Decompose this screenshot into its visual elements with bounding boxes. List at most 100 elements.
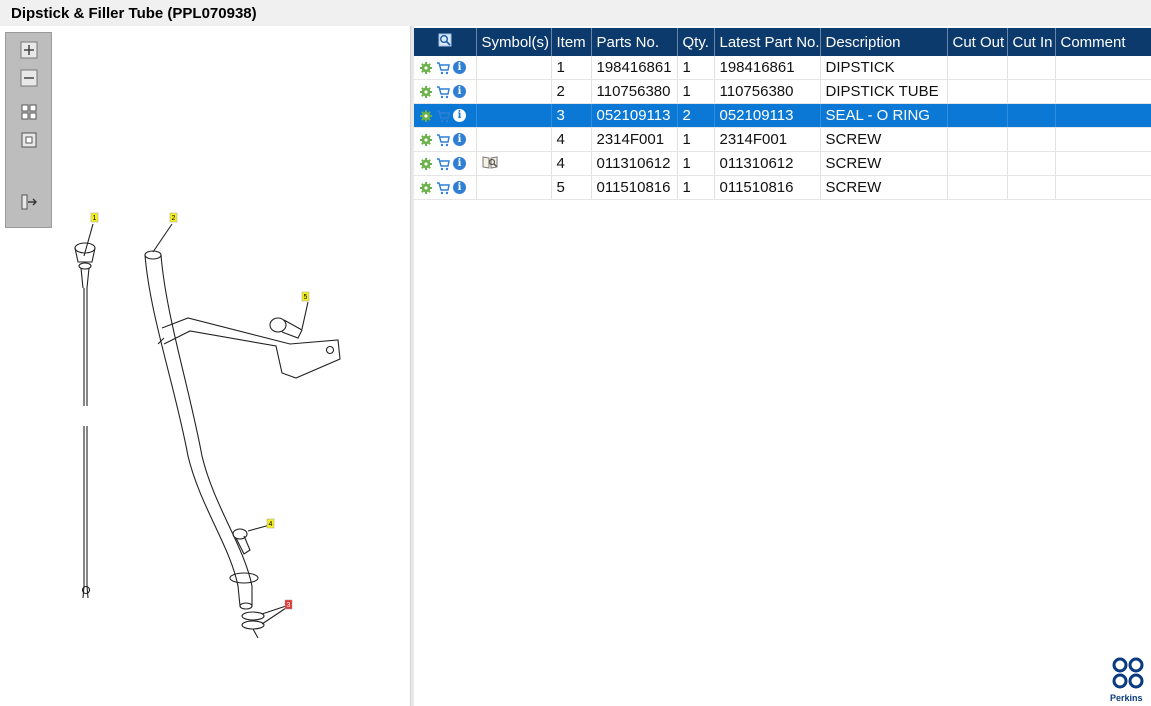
gear-icon[interactable] xyxy=(419,109,433,123)
gear-icon[interactable] xyxy=(419,157,433,171)
cell-parts-no: 110756380 xyxy=(591,79,678,104)
info-icon[interactable]: i xyxy=(453,61,466,74)
column-header-description[interactable]: Description xyxy=(820,28,948,56)
cell-cut-out xyxy=(947,103,1008,128)
cell-symbols xyxy=(476,151,552,176)
cell-qty: 1 xyxy=(677,56,715,80)
cell-parts-no: 198416861 xyxy=(591,56,678,80)
cell-latest-part-no: 2314F001 xyxy=(714,127,821,152)
cell-item: 5 xyxy=(551,175,592,200)
info-icon[interactable]: i xyxy=(453,181,466,194)
column-header-latest-part-no[interactable]: Latest Part No. xyxy=(714,28,821,56)
column-header-parts-no[interactable]: Parts No. xyxy=(591,28,678,56)
cell-qty: 1 xyxy=(677,151,715,176)
cell-item: 2 xyxy=(551,79,592,104)
column-header-cut-out[interactable]: Cut Out xyxy=(947,28,1008,56)
table-row[interactable]: i 1 198416861 1 198416861 DIPSTICK xyxy=(414,56,1151,80)
cell-cut-out xyxy=(947,79,1008,104)
cell-parts-no: 2314F001 xyxy=(591,127,678,152)
zoom-out-icon[interactable] xyxy=(20,69,38,87)
cell-cut-out xyxy=(947,56,1008,80)
callout-5-label: 5 xyxy=(304,294,308,301)
info-icon[interactable]: i xyxy=(453,109,466,122)
cell-symbols xyxy=(476,103,552,128)
row-actions: i xyxy=(414,175,477,200)
table-row[interactable]: i 2 110756380 1 110756380 DIPSTICK TUBE xyxy=(414,79,1151,104)
row-actions: i xyxy=(414,127,477,152)
parts-grid: Symbol(s) Item Parts No. Qty. Latest Par… xyxy=(414,28,1151,200)
table-row[interactable]: i 4 2314F001 1 2314F001 SCREW xyxy=(414,127,1151,152)
zoom-in-icon[interactable] xyxy=(20,41,38,59)
cell-cut-in xyxy=(1007,175,1056,200)
callout-2-label: 2 xyxy=(172,215,176,222)
cell-comment xyxy=(1055,151,1151,176)
cell-description: SCREW xyxy=(820,127,948,152)
search-icon[interactable] xyxy=(438,33,452,47)
info-icon[interactable]: i xyxy=(453,133,466,146)
column-header-symbols[interactable]: Symbol(s) xyxy=(476,28,552,56)
dipstick-drawing xyxy=(74,223,96,599)
column-header-comment[interactable]: Comment xyxy=(1055,28,1151,56)
screw-4-drawing xyxy=(232,524,271,555)
cell-latest-part-no: 198416861 xyxy=(714,56,821,80)
gear-icon[interactable] xyxy=(419,181,433,195)
cell-symbols xyxy=(476,56,552,80)
cell-parts-no: 011510816 xyxy=(591,175,678,200)
info-icon[interactable]: i xyxy=(453,85,466,98)
cell-latest-part-no: 052109113 xyxy=(714,103,821,128)
callout-1-label: 1 xyxy=(93,215,97,222)
gear-icon[interactable] xyxy=(419,61,433,75)
export-arrow-icon[interactable] xyxy=(20,193,38,211)
cell-item: 3 xyxy=(551,103,592,128)
row-actions: i xyxy=(414,151,477,176)
row-actions: i xyxy=(414,56,477,80)
book-search-icon[interactable] xyxy=(482,155,498,169)
cell-qty: 1 xyxy=(677,175,715,200)
cart-icon[interactable] xyxy=(436,157,450,171)
window-title: Dipstick & Filler Tube (PPL070938) xyxy=(11,5,257,22)
column-header-search[interactable] xyxy=(414,28,477,56)
cell-qty: 1 xyxy=(677,127,715,152)
cart-icon[interactable] xyxy=(436,61,450,75)
cell-parts-no: 011310612 xyxy=(591,151,678,176)
gear-icon[interactable] xyxy=(419,85,433,99)
column-header-qty[interactable]: Qty. xyxy=(677,28,715,56)
cell-item: 4 xyxy=(551,127,592,152)
seal-drawing xyxy=(241,605,287,639)
column-header-item[interactable]: Item xyxy=(551,28,592,56)
info-icon[interactable]: i xyxy=(453,157,466,170)
cell-comment xyxy=(1055,79,1151,104)
title-bar: Dipstick & Filler Tube (PPL070938) xyxy=(0,0,1151,26)
fit-all-icon[interactable] xyxy=(20,103,38,121)
cell-cut-in xyxy=(1007,127,1056,152)
brand-name: Perkins xyxy=(1110,693,1143,703)
cell-symbols xyxy=(476,79,552,104)
cart-icon[interactable] xyxy=(436,133,450,147)
parts-illustration: 1 2 5 4 3 xyxy=(74,212,341,639)
cell-description: SCREW xyxy=(820,175,948,200)
cart-icon[interactable] xyxy=(436,181,450,195)
cell-description: DIPSTICK TUBE xyxy=(820,79,948,104)
cell-cut-in xyxy=(1007,56,1056,80)
cell-symbols xyxy=(476,175,552,200)
fit-window-icon[interactable] xyxy=(20,131,38,149)
cell-cut-in xyxy=(1007,151,1056,176)
cell-comment xyxy=(1055,56,1151,80)
cart-icon[interactable] xyxy=(436,109,450,123)
cell-description: SEAL - O RING xyxy=(820,103,948,128)
cell-latest-part-no: 011510816 xyxy=(714,175,821,200)
table-row[interactable]: i 4 011310612 1 011310612 SCREW xyxy=(414,151,1151,176)
cell-parts-no: 052109113 xyxy=(591,103,678,128)
cell-comment xyxy=(1055,103,1151,128)
column-header-cut-in[interactable]: Cut In xyxy=(1007,28,1056,56)
viewer-toolbar xyxy=(5,32,52,228)
cell-description: SCREW xyxy=(820,151,948,176)
table-row[interactable]: i 5 011510816 1 011510816 SCREW xyxy=(414,175,1151,200)
cell-comment xyxy=(1055,175,1151,200)
cart-icon[interactable] xyxy=(436,85,450,99)
table-row[interactable]: i 3 052109113 2 052109113 SEAL - O RING xyxy=(414,103,1151,128)
cell-comment xyxy=(1055,127,1151,152)
cell-description: DIPSTICK xyxy=(820,56,948,80)
gear-icon[interactable] xyxy=(419,133,433,147)
cell-cut-out xyxy=(947,175,1008,200)
